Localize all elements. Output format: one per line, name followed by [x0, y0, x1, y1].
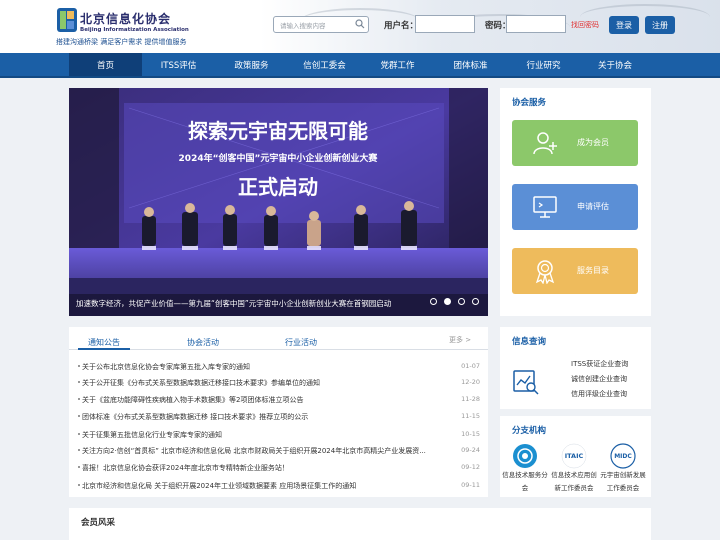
branch-label-midc[interactable]: 元宇宙创新发展工作委员会 [598, 469, 648, 495]
nav-item-policy[interactable]: 政策服务 [215, 53, 288, 76]
branch-logo-service[interactable] [512, 443, 538, 469]
monitor-icon [533, 196, 557, 218]
banner-subline: 2024年“创客中国”元宇宙中小企业创新创业大赛 [179, 152, 379, 164]
main-nav: 首页 ITSS评估 政策服务 信创工委会 党群工作 团体标准 行业研究 关于协会 [0, 53, 720, 78]
news-title: 关于征集第五批信息化行业专家库专家的通知 [82, 431, 222, 439]
register-button[interactable]: 注册 [645, 16, 675, 34]
news-item[interactable]: 关于《盆底功能障碍性疾病植入物手术数据集》等2项团体标准立项公告 11-28 [78, 395, 480, 411]
news-item[interactable]: 关于征集第五批信息化行业专家库专家的通知 10-15 [78, 430, 480, 446]
nav-item-standards[interactable]: 团体标准 [434, 53, 507, 76]
tab-industry-events[interactable]: 行业活动 [285, 337, 317, 348]
news-date: 09-11 [461, 481, 480, 489]
carousel-dot-4[interactable] [472, 298, 479, 305]
nav-item-xinchuang[interactable]: 信创工委会 [288, 53, 361, 76]
news-item[interactable]: 关注方向2·信创“首贯标” 北京市经济和信息化局 北京市财政局关于组织开展202… [78, 446, 480, 462]
login-button[interactable]: 登录 [609, 16, 639, 34]
service-catalog[interactable]: 服务目录 [512, 248, 638, 294]
news-title: 喜报！北京信息化协会获评2024年度北京市专精特新企业服务站！ [82, 464, 289, 472]
service-label: 申请评估 [577, 202, 609, 211]
midc-logo-text: MIDC [614, 453, 632, 460]
username-label: 用户名： [384, 21, 419, 31]
news-item[interactable]: 喜报！北京信息化协会获评2024年度北京市专精特新企业服务站！ 09-12 [78, 463, 480, 479]
members-title: 会员风采 [81, 518, 116, 528]
more-link[interactable]: 更多 > [449, 335, 471, 345]
news-item[interactable]: 北京市经济和信息化局 关于组织开展2024年工业领域数据要素 应用场景征集工作的… [78, 481, 480, 497]
news-date: 09-12 [461, 463, 480, 471]
news-date: 10-15 [461, 430, 480, 438]
news-title: 北京市经济和信息化局 关于组织开展2024年工业领域数据要素 应用场景征集工作的… [82, 482, 357, 490]
carousel-dot-1[interactable] [430, 298, 437, 305]
news-title: 关于公布北京信息化协会专家库第五批入库专家的通知 [82, 363, 250, 371]
site-header: 北京信息化协会 Beijing Informatization Associat… [0, 0, 720, 53]
query-integrity[interactable]: 诚信创建企业查询 [571, 374, 627, 384]
news-item[interactable]: 关于公开征集《分布式关系型数据库数据迁移接口技术要求》参编单位的通知 12-20 [78, 378, 480, 394]
service-apply-assessment[interactable]: 申请评估 [512, 184, 638, 230]
news-title: 关于《盆底功能障碍性疾病植入物手术数据集》等2项团体标准立项公告 [82, 396, 304, 404]
banner-headline: 探索元宇宙无限可能 [188, 119, 368, 143]
news-item[interactable]: 关于公布北京信息化协会专家库第五批入库专家的通知 01-07 [78, 362, 480, 378]
services-title: 协会服务 [512, 98, 547, 108]
members-panel [69, 508, 651, 540]
tab-association-events[interactable]: 协会活动 [187, 337, 219, 348]
branch-label-service[interactable]: 信息技术服务分会 [500, 469, 550, 495]
news-date: 11-28 [461, 395, 480, 403]
tab-notices[interactable]: 通知公告 [88, 337, 120, 348]
logo-english-name: Beijing Informatization Association [80, 27, 189, 33]
medal-icon [535, 260, 555, 284]
branch-logo-itaic[interactable]: ITAIC [561, 443, 587, 469]
news-date: 11-15 [461, 412, 480, 420]
query-itss[interactable]: ITSS获证企业查询 [571, 359, 628, 369]
search-icon[interactable] [355, 19, 365, 29]
carousel-dot-3[interactable] [458, 298, 465, 305]
logo-chinese-name[interactable]: 北京信息化协会 [80, 10, 171, 27]
branch-logo-midc[interactable]: MIDC [610, 443, 636, 469]
forgot-password-link[interactable]: 找回密码 [571, 20, 599, 30]
service-become-member[interactable]: 成为会员 [512, 120, 638, 166]
branches-title: 分支机构 [512, 426, 547, 436]
nav-item-party[interactable]: 党群工作 [361, 53, 434, 76]
tab-divider [69, 349, 488, 350]
nav-item-about[interactable]: 关于协会 [580, 53, 650, 76]
news-title: 关注方向2·信创“首贯标” 北京市经济和信息化局 北京市财政局关于组织开展202… [82, 447, 426, 455]
query-title: 信息查询 [512, 337, 547, 347]
password-input[interactable] [506, 15, 566, 33]
branch-label-itaic[interactable]: 信息技术应用创新工作委员会 [549, 469, 599, 495]
nav-item-home[interactable]: 首页 [69, 53, 142, 76]
active-tab-indicator [78, 348, 130, 350]
add-user-icon [533, 132, 557, 155]
banner-caption[interactable]: 加速数字经济，共促产业价值——第九届“创客中国”元宇宙中小企业创新创业大赛在首钢… [76, 298, 391, 309]
nav-item-research[interactable]: 行业研究 [507, 53, 580, 76]
carousel-dot-2[interactable] [444, 298, 451, 305]
query-credit-rating[interactable]: 信用评级企业查询 [571, 389, 627, 399]
association-logo-icon[interactable] [57, 8, 77, 32]
banner-photo: 探索元宇宙无限可能 2024年“创客中国”元宇宙中小企业创新创业大赛 正式启动 [69, 88, 488, 316]
itaic-logo-text: ITAIC [565, 452, 584, 460]
news-title: 团体标准《分布式关系型数据库数据迁移 接口技术要求》推荐立项的公示 [82, 413, 309, 421]
news-date: 01-07 [461, 362, 480, 370]
username-input[interactable] [415, 15, 475, 33]
nav-item-itss[interactable]: ITSS评估 [142, 53, 215, 76]
service-label: 服务目录 [577, 266, 609, 275]
service-label: 成为会员 [577, 138, 609, 147]
hero-banner[interactable]: 探索元宇宙无限可能 2024年“创客中国”元宇宙中小企业创新创业大赛 正式启动 [69, 88, 488, 316]
news-date: 09-24 [461, 446, 480, 454]
news-item[interactable]: 团体标准《分布式关系型数据库数据迁移 接口技术要求》推荐立项的公示 11-15 [78, 412, 480, 428]
news-title: 关于公开征集《分布式关系型数据库数据迁移接口技术要求》参编单位的通知 [82, 379, 320, 387]
search-chart-icon [513, 370, 539, 395]
banner-launch-text: 正式启动 [238, 175, 318, 199]
news-date: 12-20 [461, 378, 480, 386]
slogan: 搭建沟通桥梁 满足客户需求 提供增值服务 [56, 38, 187, 46]
